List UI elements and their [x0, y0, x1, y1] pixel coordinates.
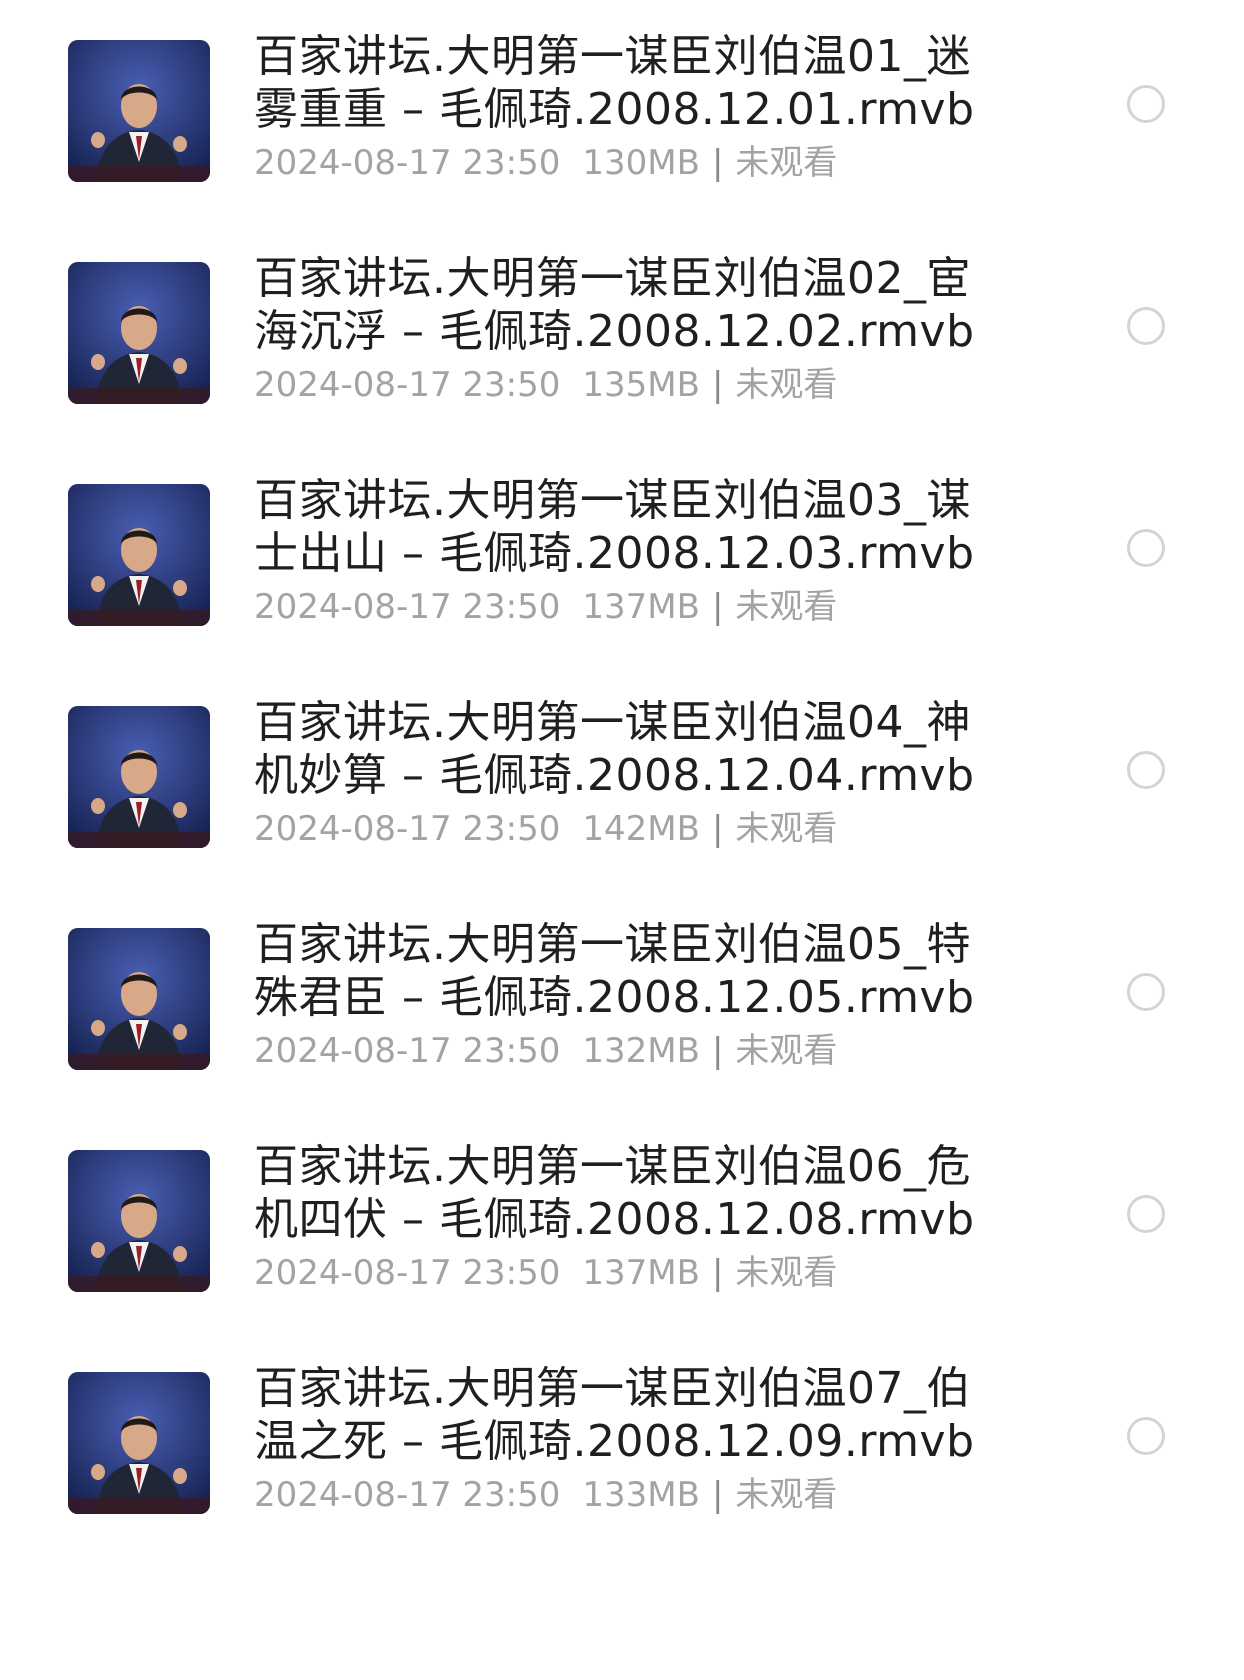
- video-thumbnail-icon[interactable]: [68, 1150, 210, 1292]
- file-info: 百家讲坛.大明第一谋臣刘伯温02_宦海沉浮 – 毛佩琦.2008.12.02.r…: [254, 252, 1014, 409]
- file-title: 百家讲坛.大明第一谋臣刘伯温01_迷雾重重 – 毛佩琦.2008.12.01.r…: [254, 31, 975, 135]
- video-thumbnail-icon[interactable]: [68, 262, 210, 404]
- meta-separator: |: [711, 587, 724, 627]
- select-radio[interactable]: [1127, 1195, 1165, 1233]
- file-row[interactable]: 百家讲坛.大明第一谋臣刘伯温03_谋士出山 – 毛佩琦.2008.12.03.r…: [0, 474, 1244, 674]
- file-title: 百家讲坛.大明第一谋臣刘伯温05_特殊君臣 – 毛佩琦.2008.12.05.r…: [254, 919, 975, 1023]
- meta-separator: |: [711, 1253, 724, 1293]
- meta-separator: |: [711, 809, 724, 849]
- watch-status: 未观看: [735, 1031, 838, 1071]
- watch-status: 未观看: [735, 1253, 838, 1293]
- file-date: 2024-08-17 23:50: [254, 1475, 561, 1515]
- video-file-list: 百家讲坛.大明第一谋臣刘伯温01_迷雾重重 – 毛佩琦.2008.12.01.r…: [0, 0, 1244, 1680]
- file-size: 142MB: [582, 809, 700, 849]
- file-title: 百家讲坛.大明第一谋臣刘伯温02_宦海沉浮 – 毛佩琦.2008.12.02.r…: [254, 253, 975, 357]
- file-row[interactable]: 百家讲坛.大明第一谋臣刘伯温05_特殊君臣 – 毛佩琦.2008.12.05.r…: [0, 918, 1244, 1118]
- file-size: 133MB: [582, 1475, 700, 1515]
- watch-status: 未观看: [735, 587, 838, 627]
- file-meta: 2024-08-17 23:50 137MB | 未观看: [254, 1249, 1014, 1297]
- select-radio[interactable]: [1127, 1417, 1165, 1455]
- select-radio[interactable]: [1127, 85, 1165, 123]
- watch-status: 未观看: [735, 365, 838, 405]
- select-radio[interactable]: [1127, 307, 1165, 345]
- meta-separator: |: [711, 143, 724, 183]
- file-info: 百家讲坛.大明第一谋臣刘伯温04_神机妙算 – 毛佩琦.2008.12.04.r…: [254, 696, 1014, 853]
- file-info: 百家讲坛.大明第一谋臣刘伯温05_特殊君臣 – 毛佩琦.2008.12.05.r…: [254, 918, 1014, 1075]
- watch-status: 未观看: [735, 1475, 838, 1515]
- file-meta: 2024-08-17 23:50 135MB | 未观看: [254, 361, 1014, 409]
- file-meta: 2024-08-17 23:50 133MB | 未观看: [254, 1471, 1014, 1519]
- file-date: 2024-08-17 23:50: [254, 587, 561, 627]
- video-thumbnail-icon[interactable]: [68, 1372, 210, 1514]
- file-row[interactable]: 百家讲坛.大明第一谋臣刘伯温01_迷雾重重 – 毛佩琦.2008.12.01.r…: [0, 30, 1244, 230]
- select-radio[interactable]: [1127, 529, 1165, 567]
- file-date: 2024-08-17 23:50: [254, 1253, 561, 1293]
- video-thumbnail-icon[interactable]: [68, 484, 210, 626]
- select-radio[interactable]: [1127, 973, 1165, 1011]
- file-meta: 2024-08-17 23:50 130MB | 未观看: [254, 139, 1014, 187]
- file-title: 百家讲坛.大明第一谋臣刘伯温04_神机妙算 – 毛佩琦.2008.12.04.r…: [254, 697, 975, 801]
- meta-separator: |: [711, 365, 724, 405]
- file-date: 2024-08-17 23:50: [254, 809, 561, 849]
- file-date: 2024-08-17 23:50: [254, 1031, 561, 1071]
- file-info: 百家讲坛.大明第一谋臣刘伯温07_伯温之死 – 毛佩琦.2008.12.09.r…: [254, 1362, 1014, 1519]
- select-radio[interactable]: [1127, 751, 1165, 789]
- file-title: 百家讲坛.大明第一谋臣刘伯温03_谋士出山 – 毛佩琦.2008.12.03.r…: [254, 475, 975, 579]
- video-thumbnail-icon[interactable]: [68, 928, 210, 1070]
- file-meta: 2024-08-17 23:50 132MB | 未观看: [254, 1027, 1014, 1075]
- watch-status: 未观看: [735, 143, 838, 183]
- file-info: 百家讲坛.大明第一谋臣刘伯温06_危机四伏 – 毛佩琦.2008.12.08.r…: [254, 1140, 1014, 1297]
- file-meta: 2024-08-17 23:50 142MB | 未观看: [254, 805, 1014, 853]
- file-row[interactable]: 百家讲坛.大明第一谋臣刘伯温02_宦海沉浮 – 毛佩琦.2008.12.02.r…: [0, 252, 1244, 452]
- watch-status: 未观看: [735, 809, 838, 849]
- file-size: 135MB: [582, 365, 700, 405]
- file-date: 2024-08-17 23:50: [254, 365, 561, 405]
- file-title: 百家讲坛.大明第一谋臣刘伯温06_危机四伏 – 毛佩琦.2008.12.08.r…: [254, 1141, 975, 1245]
- file-size: 137MB: [582, 1253, 700, 1293]
- file-row[interactable]: 百家讲坛.大明第一谋臣刘伯温07_伯温之死 – 毛佩琦.2008.12.09.r…: [0, 1362, 1244, 1562]
- file-title: 百家讲坛.大明第一谋臣刘伯温07_伯温之死 – 毛佩琦.2008.12.09.r…: [254, 1363, 975, 1467]
- file-size: 130MB: [582, 143, 700, 183]
- meta-separator: |: [711, 1475, 724, 1515]
- file-size: 132MB: [582, 1031, 700, 1071]
- file-meta: 2024-08-17 23:50 137MB | 未观看: [254, 583, 1014, 631]
- file-size: 137MB: [582, 587, 700, 627]
- file-row[interactable]: 百家讲坛.大明第一谋臣刘伯温04_神机妙算 – 毛佩琦.2008.12.04.r…: [0, 696, 1244, 896]
- video-thumbnail-icon[interactable]: [68, 40, 210, 182]
- file-date: 2024-08-17 23:50: [254, 143, 561, 183]
- file-info: 百家讲坛.大明第一谋臣刘伯温03_谋士出山 – 毛佩琦.2008.12.03.r…: [254, 474, 1014, 631]
- file-info: 百家讲坛.大明第一谋臣刘伯温01_迷雾重重 – 毛佩琦.2008.12.01.r…: [254, 30, 1014, 187]
- file-row[interactable]: 百家讲坛.大明第一谋臣刘伯温06_危机四伏 – 毛佩琦.2008.12.08.r…: [0, 1140, 1244, 1340]
- video-thumbnail-icon[interactable]: [68, 706, 210, 848]
- meta-separator: |: [711, 1031, 724, 1071]
